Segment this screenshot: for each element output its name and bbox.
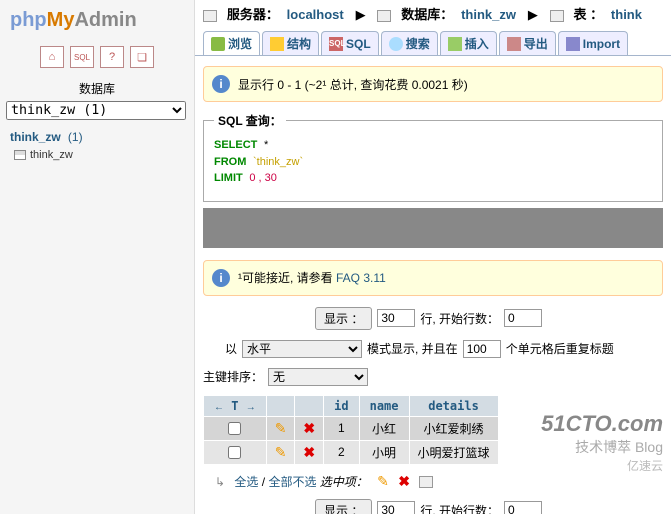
table-icon	[14, 150, 26, 160]
db-icon	[377, 10, 391, 22]
show-button[interactable]: 显示 ：	[315, 307, 372, 330]
tab-export[interactable]: 导出	[499, 31, 556, 55]
row-checkbox[interactable]	[228, 446, 241, 459]
tab-structure[interactable]: 结构	[262, 31, 319, 55]
col-details[interactable]: details	[409, 395, 498, 416]
db-heading: 数据库	[0, 74, 194, 99]
gray-bar	[203, 208, 663, 248]
table-row: ✎ ✖ 1 小红 小红爱刺绣	[204, 416, 499, 440]
tab-import[interactable]: Import	[558, 31, 628, 55]
delete-icon[interactable]: ✖	[303, 420, 315, 436]
search-icon	[389, 37, 403, 51]
col-id[interactable]: id	[324, 395, 359, 416]
data-table: ← T → id name details ✎ ✖ 1 小红 小红爱刺绣 ✎ ✖…	[203, 395, 499, 465]
tab-insert[interactable]: 插入	[440, 31, 497, 55]
rows-input-bottom[interactable]	[377, 501, 415, 514]
select-all-link[interactable]: 全选	[234, 475, 258, 489]
export-icon	[507, 37, 521, 51]
main: 服务器： localhost ▶ 数据库： think_zw ▶ 表 ： thi…	[195, 0, 671, 514]
show-button-bottom[interactable]: 显示 ：	[315, 499, 372, 514]
info-icon: i	[212, 75, 230, 93]
table-crumb-icon	[550, 10, 564, 22]
selection-row: ↳ 全选 / 全部不选 选中项： ✎ ✖	[195, 469, 671, 494]
nav-row-1: 显示 ： 行, 开始行数：	[195, 302, 671, 335]
repeat-input[interactable]	[463, 340, 501, 358]
start-input[interactable]	[504, 309, 542, 327]
nav-row-bottom: 显示 ： 行, 开始行数：	[195, 494, 671, 514]
delete-icon[interactable]: ✖	[303, 444, 315, 460]
db-crumb-link[interactable]: think_zw	[461, 7, 516, 22]
browse-icon	[211, 37, 225, 51]
sortkey-select[interactable]: 无	[268, 368, 368, 386]
structure-icon	[270, 37, 284, 51]
home-icon[interactable]: ⌂	[40, 46, 64, 68]
server-link[interactable]: localhost	[287, 7, 344, 22]
notice-text: 显示行 0 - 1 (~2¹ 总计, 查询花费 0.0021 秒)	[238, 76, 468, 93]
nav-row-2: 以 水平 模式显示, 并且在 个单元格后重复标题	[195, 335, 671, 363]
sql-query-box: SQL 查询： SELECT * FROM `think_zw` LIMIT 0…	[203, 112, 663, 202]
info-icon: i	[212, 269, 230, 287]
faq-notice: i ¹可能接近, 请参看 FAQ 3.11	[203, 260, 663, 296]
edit-selected-icon[interactable]: ✎	[377, 473, 389, 489]
db-link[interactable]: think_zw (1)	[0, 128, 194, 146]
docs-icon[interactable]: ?	[100, 46, 124, 68]
table-link[interactable]: think_zw	[0, 146, 194, 163]
select-none-link[interactable]: 全部不选	[268, 475, 316, 489]
start-input-bottom[interactable]	[504, 501, 542, 514]
sql-icon[interactable]: SQL	[70, 46, 94, 68]
arrow-icon: ↳	[215, 475, 225, 489]
result-notice: i 显示行 0 - 1 (~2¹ 总计, 查询花费 0.0021 秒)	[203, 66, 663, 102]
sort-header[interactable]: ← T →	[204, 395, 267, 416]
query-icon[interactable]: ❏	[130, 46, 154, 68]
edit-icon[interactable]: ✎	[275, 420, 287, 436]
sql-tab-icon: SQL	[329, 37, 343, 51]
sql-legend: SQL 查询：	[214, 112, 286, 129]
sql-text: SELECT * FROM `think_zw` LIMIT 0 , 30	[214, 137, 652, 187]
tab-sql[interactable]: SQLSQL	[321, 31, 379, 55]
sidebar: phpMyAdmin ⌂ SQL ? ❏ 数据库 think_zw (1) th…	[0, 0, 195, 514]
export-selected-icon[interactable]	[419, 476, 433, 488]
breadcrumb: 服务器： localhost ▶ 数据库： think_zw ▶ 表 ： thi…	[195, 0, 671, 27]
faq-link[interactable]: FAQ 3.11	[336, 271, 386, 285]
edit-icon[interactable]: ✎	[275, 444, 287, 460]
rows-input[interactable]	[377, 309, 415, 327]
row-checkbox[interactable]	[228, 422, 241, 435]
import-icon	[566, 37, 580, 51]
tab-search[interactable]: 搜索	[381, 31, 438, 55]
delete-selected-icon[interactable]: ✖	[398, 473, 410, 489]
nav-row-3: 主键排序： 无	[195, 363, 671, 391]
tabs: 浏览 结构 SQLSQL 搜索 插入 导出 Import	[195, 27, 671, 56]
insert-icon	[448, 37, 462, 51]
server-icon	[203, 10, 217, 22]
sidebar-toolbar: ⌂ SQL ? ❏	[0, 40, 194, 74]
table-row: ✎ ✖ 2 小明 小明爱打篮球	[204, 440, 499, 464]
table-crumb-link[interactable]: think	[611, 7, 642, 22]
database-select[interactable]: think_zw (1)	[6, 101, 186, 120]
mode-select[interactable]: 水平	[242, 340, 362, 358]
tab-browse[interactable]: 浏览	[203, 31, 260, 55]
header-row: ← T → id name details	[204, 395, 499, 416]
logo: phpMyAdmin	[0, 5, 194, 40]
col-name[interactable]: name	[359, 395, 409, 416]
